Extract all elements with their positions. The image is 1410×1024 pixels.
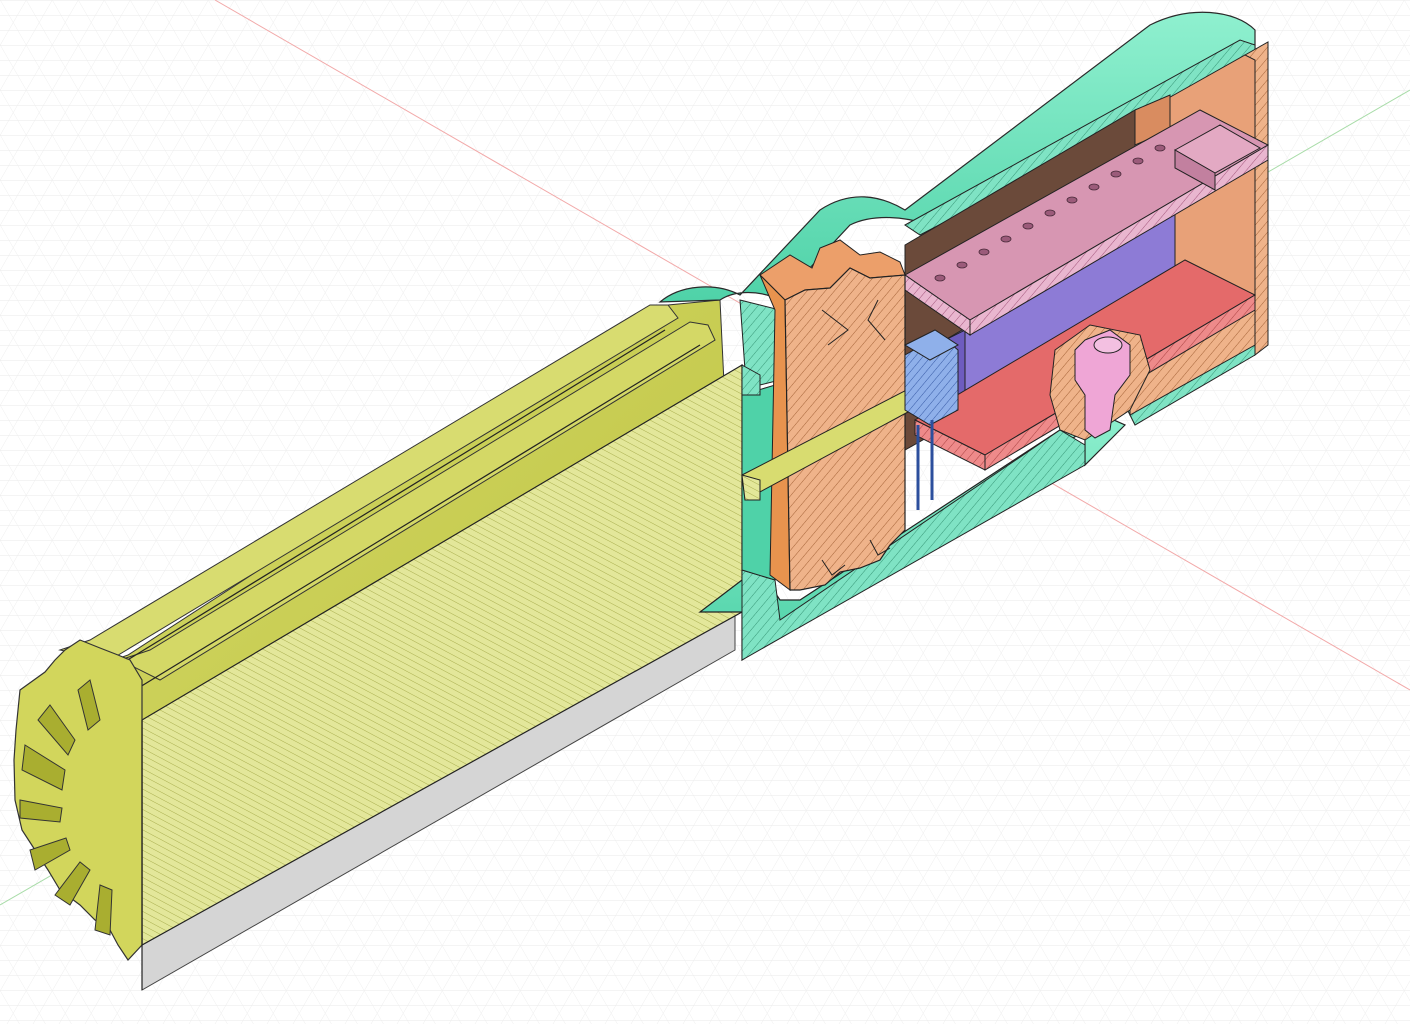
drive-shaft-section <box>741 474 761 501</box>
section-view-canvas[interactable] <box>0 0 1410 1024</box>
button-top <box>1093 336 1123 354</box>
cad-viewport[interactable] <box>0 0 1410 1024</box>
